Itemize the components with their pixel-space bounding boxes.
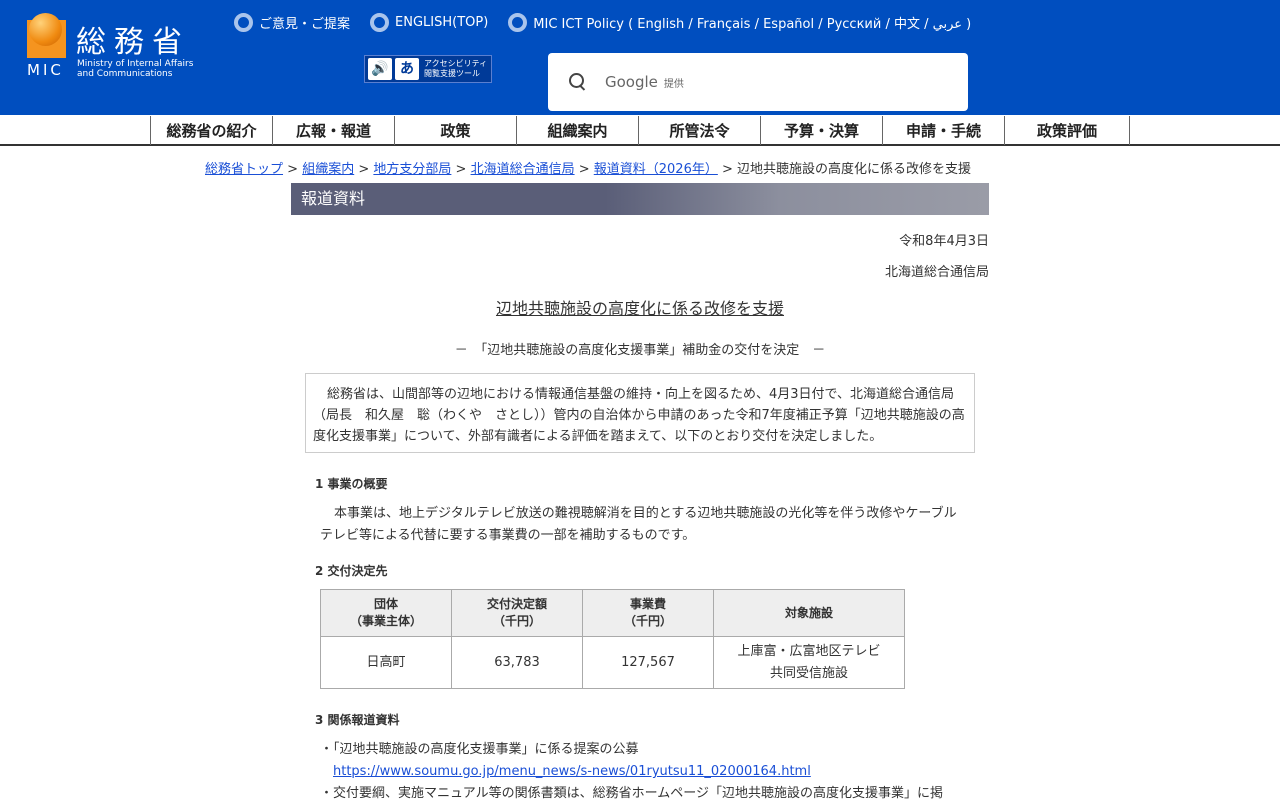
- breadcrumb-sep: >: [574, 162, 594, 177]
- google-brand: Google: [605, 73, 658, 91]
- breadcrumb-link[interactable]: 総務省トップ: [205, 162, 283, 177]
- th-line: （千円）: [623, 614, 672, 628]
- table-header: 団体 （事業主体）: [320, 589, 452, 637]
- link-label: ご意見・ご提案: [259, 17, 351, 32]
- section-heading: 3 関係報道資料: [315, 713, 400, 727]
- facility-line: 共同受信施設: [769, 665, 848, 681]
- section-band: 報道資料: [291, 183, 989, 215]
- table-header: 交付決定額 （千円）: [451, 589, 583, 637]
- link-label: MIC ICT Policy ( English / Français / Es…: [533, 17, 972, 32]
- nav-item[interactable]: 組織案内: [516, 116, 638, 145]
- ring-icon: [234, 13, 253, 32]
- link-english[interactable]: ENGLISH(TOP): [370, 13, 488, 32]
- grant-table: 団体 （事業主体） 交付決定額 （千円） 事業費 （千円） 対象施設 日高町 63,7…: [320, 589, 905, 689]
- link-ict-policy[interactable]: MIC ICT Policy ( English / Français / Es…: [508, 13, 971, 32]
- table-header: 事業費 （千円）: [582, 589, 714, 637]
- accessibility-tool-button[interactable]: 🔊 あ アクセシビリティ 閲覧支援ツール: [364, 55, 492, 83]
- search-icon[interactable]: [568, 72, 588, 92]
- nav-item[interactable]: 所管法令: [638, 116, 760, 145]
- th-line: （事業主体）: [349, 614, 422, 628]
- mic-logo[interactable]: 総務省 MIC Ministry of Internal Affairs and …: [27, 13, 217, 83]
- breadcrumb-sep: >: [717, 162, 738, 177]
- acc-line2: 閲覧支援ツール: [424, 69, 480, 78]
- table-row: 日高町 63,783 127,567 上庫富・広富地区テレビ 共同受信施設: [320, 636, 905, 689]
- cell-facility: 上庫富・広富地区テレビ 共同受信施設: [713, 636, 905, 689]
- lead-text: 総務省は、山間部等の辺地における情報通信基盤の維持・向上を図るため、4月3日付で…: [313, 387, 965, 444]
- acc-line1: アクセシビリティ: [424, 59, 488, 68]
- th-line: （千円）: [492, 614, 541, 628]
- breadcrumb-sep: >: [283, 162, 303, 177]
- nav-item[interactable]: 総務省の紹介: [150, 116, 272, 145]
- ring-icon: [370, 13, 390, 32]
- logo-mic: MIC: [27, 61, 64, 79]
- link-label: ENGLISH(TOP): [395, 15, 489, 30]
- logo-english: Ministry of Internal Affairs and Communic…: [77, 59, 193, 79]
- logo-en-line1: Ministry of Internal Affairs: [77, 59, 194, 69]
- logo-en-line2: and Communications: [77, 69, 173, 79]
- related-list: ・「辺地共聴施設の高度化支援事業」に係る提案の公募 https://www.so…: [320, 739, 943, 805]
- site-header: 総務省 MIC Ministry of Internal Affairs and …: [0, 0, 1280, 115]
- th-line: 対象施設: [784, 605, 833, 620]
- logo-kanji: 総務省: [76, 25, 190, 60]
- breadcrumb-link[interactable]: 地方支分部局: [373, 162, 451, 177]
- related-link[interactable]: https://www.soumu.go.jp/menu_news/s-news…: [333, 764, 811, 779]
- nav-item[interactable]: 予算・決算: [760, 116, 882, 145]
- search-input[interactable]: Google 提供: [548, 53, 968, 111]
- facility-line: 上庫富・広富地区テレビ: [737, 643, 881, 659]
- link-feedback[interactable]: ご意見・ご提案: [234, 13, 350, 32]
- th-line: 交付決定額: [486, 597, 547, 611]
- nav-item[interactable]: 申請・手続: [882, 116, 1004, 145]
- section-heading: 2 交付決定先: [315, 564, 388, 578]
- cell-grant-amount: 63,783: [451, 636, 583, 689]
- speaker-icon: 🔊: [368, 58, 392, 80]
- nav-item[interactable]: 政策評価: [1004, 116, 1130, 145]
- accessibility-label: アクセシビリティ 閲覧支援ツール: [424, 59, 487, 79]
- breadcrumb: 総務省トップ > 組織案内 > 地方支分部局 > 北海道総合通信局 > 報道資料…: [205, 158, 971, 177]
- page-title: 辺地共聴施設の高度化に係る改修を支援: [495, 299, 784, 318]
- breadcrumb-sep: >: [451, 162, 471, 177]
- cell-organization: 日高町: [320, 636, 452, 689]
- provided-label: 提供: [663, 78, 684, 90]
- nav-item[interactable]: 広報・報道: [272, 116, 394, 145]
- top-links: ご意見・ご提案 ENGLISH(TOP) MIC ICT Policy ( En…: [234, 13, 971, 32]
- list-item: ・交付要綱、実施マニュアル等の関係書類は、総務省ホームページ「辺地共聴施設の高度…: [320, 786, 943, 801]
- breadcrumb-link[interactable]: 北海道総合通信局: [471, 162, 575, 177]
- cell-project-cost: 127,567: [582, 636, 714, 689]
- table-header: 対象施設: [713, 589, 905, 637]
- ring-icon: [508, 13, 528, 32]
- nav-item[interactable]: 政策: [394, 116, 516, 145]
- section-heading: 1 事業の概要: [315, 477, 388, 491]
- logo-ball: [29, 13, 62, 46]
- breadcrumb-link[interactable]: 組織案内: [302, 162, 354, 177]
- release-date: 令和8年4月3日: [899, 234, 989, 249]
- list-item: ・「辺地共聴施設の高度化支援事業」に係る提案の公募: [320, 742, 639, 757]
- th-line: 団体: [373, 597, 398, 611]
- section-text: 本事業は、地上デジタルテレビ放送の難視聴解消を目的とする辺地共聴施設の光化等を伴…: [320, 506, 957, 543]
- th-line: 事業費: [629, 597, 666, 611]
- global-nav: 総務省の紹介 広報・報道 政策 組織案内 所管法令 予算・決算 申請・手続 政策…: [0, 115, 1280, 146]
- issuing-office: 北海道総合通信局: [884, 265, 989, 280]
- hiragana-icon: あ: [395, 58, 419, 80]
- lead-box: 総務省は、山間部等の辺地における情報通信基盤の維持・向上を図るため、4月3日付で…: [305, 373, 975, 453]
- breadcrumb-current: 辺地共聴施設の高度化に係る改修を支援: [737, 162, 972, 177]
- page-subtitle: － 「辺地共聴施設の高度化支援事業」補助金の交付を決定 －: [454, 343, 826, 358]
- breadcrumb-link[interactable]: 報道資料（2026年）: [594, 162, 718, 177]
- breadcrumb-sep: >: [354, 162, 374, 177]
